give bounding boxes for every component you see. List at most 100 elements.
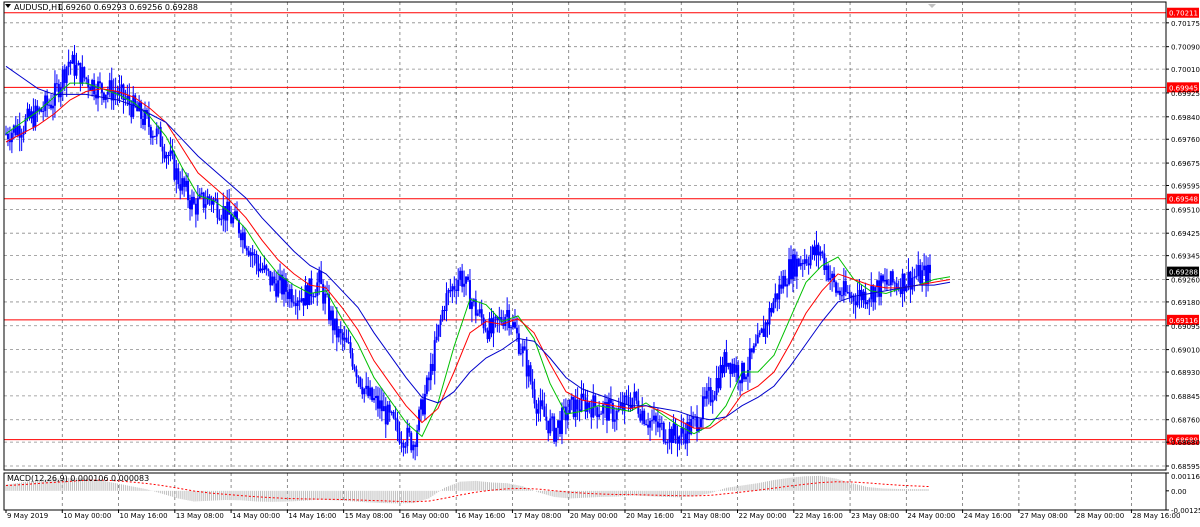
candle-body bbox=[300, 298, 303, 302]
candle-body bbox=[842, 281, 845, 296]
candle-body bbox=[314, 296, 317, 298]
candle-body bbox=[142, 118, 145, 125]
candle-body bbox=[791, 254, 794, 279]
candle-body bbox=[752, 345, 755, 353]
candle-body bbox=[547, 420, 550, 434]
candle-body bbox=[531, 381, 534, 390]
y-tick-label: 0.69180 bbox=[1171, 299, 1200, 307]
candle-body bbox=[889, 271, 892, 286]
candle-body bbox=[102, 92, 105, 100]
candle-body bbox=[772, 302, 775, 313]
x-tick-label: 22 May 16:00 bbox=[795, 512, 843, 520]
candle-body bbox=[192, 196, 195, 204]
candle-body bbox=[465, 276, 468, 284]
candle-body bbox=[915, 276, 918, 278]
candle-body bbox=[709, 387, 712, 403]
candle-body bbox=[711, 399, 714, 403]
x-tick-label: 9 May 2019 bbox=[7, 512, 48, 520]
candle-body bbox=[676, 435, 679, 444]
candle-body bbox=[480, 309, 483, 318]
x-tick-label: 20 May 00:00 bbox=[570, 512, 618, 520]
candle-body bbox=[627, 396, 630, 405]
candle-body bbox=[803, 259, 806, 265]
x-tick-label: 16 May 16:00 bbox=[457, 512, 505, 520]
x-tick-label: 23 May 08:00 bbox=[851, 512, 899, 520]
candle-body bbox=[167, 155, 170, 157]
candle-body bbox=[194, 203, 197, 215]
candle-body bbox=[373, 398, 376, 401]
candle-body bbox=[151, 136, 154, 138]
candle-body bbox=[723, 352, 726, 374]
candle-body bbox=[929, 264, 931, 274]
candle-body bbox=[202, 192, 205, 208]
candle-body bbox=[649, 420, 652, 428]
candle-body bbox=[335, 318, 338, 338]
candle-body bbox=[467, 276, 469, 281]
candle-body bbox=[827, 265, 830, 281]
candle-body bbox=[331, 310, 334, 331]
candle-body bbox=[523, 346, 526, 350]
candle-body bbox=[576, 399, 579, 410]
candle-body bbox=[917, 264, 920, 277]
candle-body bbox=[255, 254, 258, 264]
candle-body bbox=[821, 251, 824, 254]
x-tick-label: 20 May 16:00 bbox=[626, 512, 674, 520]
candle-body bbox=[525, 349, 528, 377]
current-price-label: 0.69288 bbox=[1169, 269, 1198, 277]
candle-body bbox=[719, 364, 722, 389]
candle-body bbox=[529, 365, 532, 382]
candle-body bbox=[553, 416, 556, 442]
candle-body bbox=[77, 62, 80, 66]
y-tick-label: 0.69010 bbox=[1171, 347, 1200, 355]
candle-body bbox=[371, 387, 374, 401]
candle-body bbox=[754, 343, 757, 346]
macd-y-tick-label: 0.00 bbox=[1171, 488, 1187, 496]
candle-body bbox=[48, 104, 51, 106]
chart-canvas[interactable]: 0.702110.699450.695480.691160.68689 9 Ma… bbox=[0, 0, 1200, 523]
candle-body bbox=[768, 307, 771, 325]
candle-body bbox=[703, 396, 706, 399]
candle-body bbox=[414, 444, 417, 447]
candle-body bbox=[218, 217, 221, 220]
candle-body bbox=[169, 150, 172, 156]
candle-body bbox=[731, 363, 734, 374]
candle-body bbox=[349, 342, 352, 354]
candle-body bbox=[439, 319, 442, 325]
y-tick-label: 0.69345 bbox=[1171, 253, 1200, 261]
candle-body bbox=[367, 385, 370, 397]
chart-window[interactable]: 0.70211 0.69945 0.69548 0.69116 0.68689 9 Ma… bbox=[0, 0, 1200, 523]
candle-body bbox=[829, 277, 832, 281]
candle-body bbox=[633, 391, 636, 398]
candle-body bbox=[282, 278, 285, 295]
candle-body bbox=[662, 422, 665, 442]
candle-body bbox=[541, 400, 544, 407]
candle-body bbox=[782, 275, 785, 289]
candle-body bbox=[725, 352, 728, 367]
candle-body bbox=[343, 337, 346, 340]
candle-body bbox=[809, 254, 812, 266]
candle-body bbox=[345, 337, 348, 343]
candle-body bbox=[846, 291, 849, 293]
candle-body bbox=[645, 424, 648, 426]
candle-body bbox=[435, 336, 438, 341]
candle-body bbox=[678, 436, 681, 444]
candle-body bbox=[793, 254, 796, 277]
candle-body bbox=[696, 416, 699, 432]
y-tick-label: 0.69510 bbox=[1171, 206, 1200, 214]
candle-body bbox=[50, 104, 53, 109]
candle-body bbox=[743, 363, 746, 380]
candle-body bbox=[574, 399, 577, 418]
candle-body bbox=[355, 369, 358, 377]
candle-body bbox=[34, 105, 37, 128]
candle-body bbox=[872, 286, 875, 303]
candle-body bbox=[181, 178, 184, 191]
candle-body bbox=[840, 295, 843, 297]
candle-body bbox=[590, 407, 593, 418]
candle-body bbox=[527, 365, 530, 377]
y-tick-label: 0.69425 bbox=[1171, 230, 1200, 238]
candle-body bbox=[380, 400, 383, 412]
candle-body bbox=[835, 282, 838, 293]
candle-body bbox=[153, 136, 156, 138]
candle-body bbox=[856, 296, 859, 306]
candle-body bbox=[55, 83, 58, 85]
